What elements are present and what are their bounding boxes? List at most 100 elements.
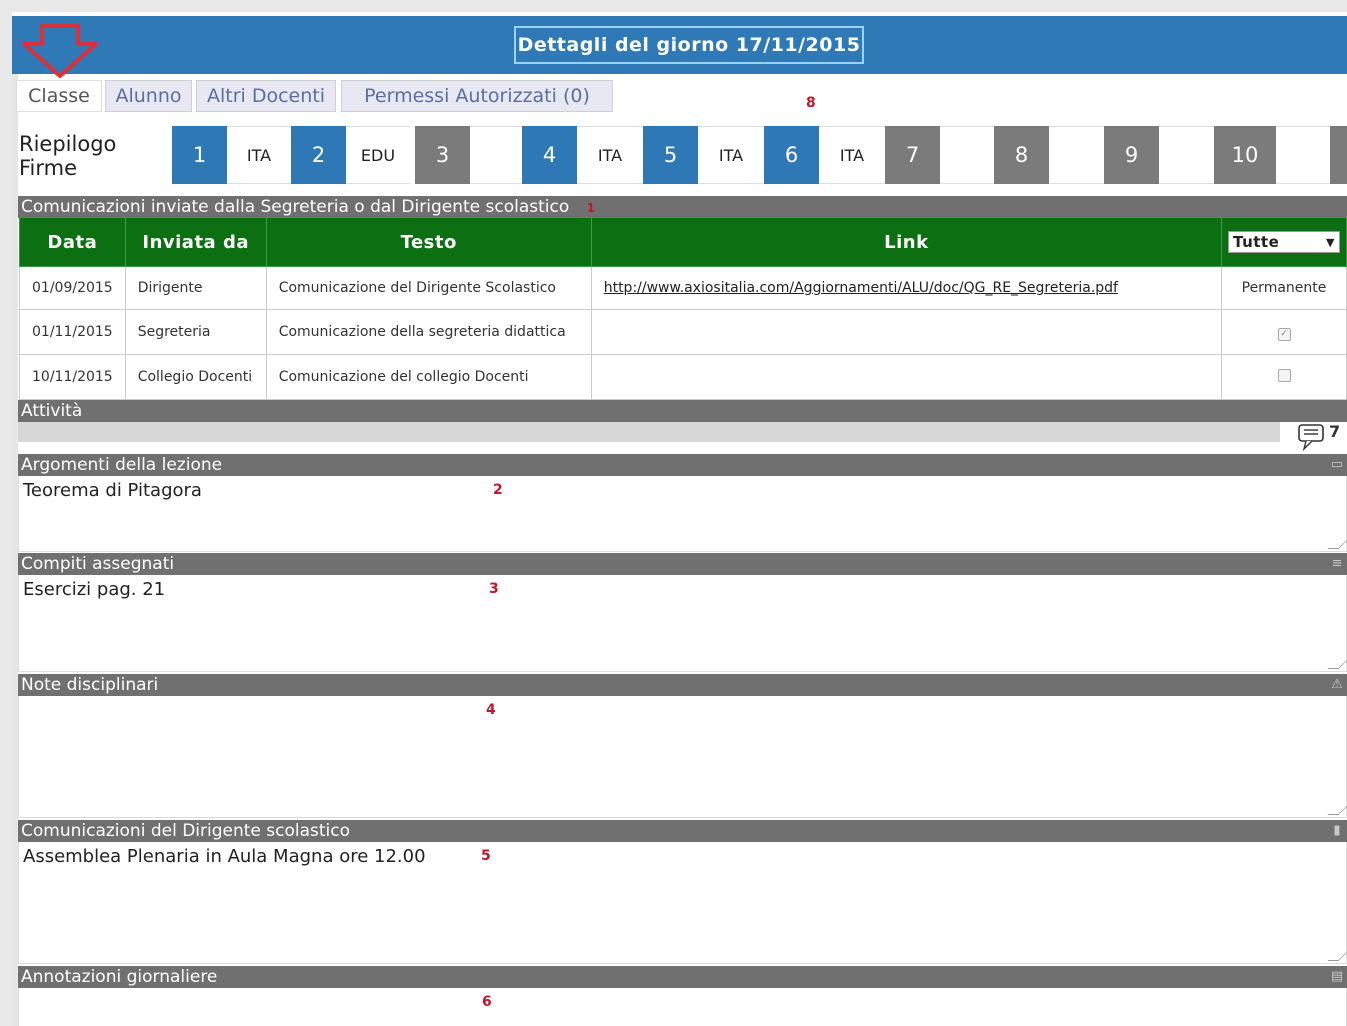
hour-overflow: [1330, 126, 1347, 184]
cell-data: 10/11/2015: [19, 354, 126, 400]
communications-table: Data Inviata da Testo Link Tutte ▼ 01/09…: [19, 217, 1347, 400]
attivita-bar: [18, 422, 1280, 442]
riepilogo-line2: Firme: [19, 156, 78, 180]
hour-8[interactable]: 8: [994, 126, 1049, 184]
activity-counter[interactable]: 7: [1296, 422, 1347, 454]
resize-handle[interactable]: [1327, 804, 1347, 815]
comment-icon[interactable]: ▭: [1329, 457, 1345, 473]
down-arrow-icon[interactable]: [20, 22, 100, 78]
hour-number: 4: [542, 143, 557, 167]
cell-testo: Comunicazione del collegio Docenti: [265, 354, 592, 400]
dropdown-arrow-icon: ▼: [1326, 235, 1335, 249]
annotazioni-textarea[interactable]: 6: [18, 988, 1347, 1026]
book-icon[interactable]: ≡: [1329, 556, 1345, 572]
col-header-inviata-da[interactable]: Inviata da: [124, 217, 267, 267]
dirigente-value: Assemblea Plenaria in Aula Magna ore 12.…: [23, 846, 426, 867]
hour-subject-label: ITA: [839, 145, 865, 165]
cell-inviata-da: Segreteria: [124, 309, 267, 355]
hour-number: 2: [311, 143, 326, 167]
title-bar: Dettagli del giorno 17/11/2015: [12, 16, 1347, 78]
hour-subject-label: ITA: [246, 145, 272, 165]
resize-handle[interactable]: [1327, 950, 1347, 961]
hour-number: 1: [192, 143, 207, 167]
communications-section-header: Comunicazioni inviate dalla Segreteria o…: [18, 196, 1347, 218]
attivita-section-header: Attività: [18, 400, 1347, 422]
hour-number: 3: [435, 143, 450, 167]
tab-label: Permessi Autorizzati (0): [364, 85, 590, 107]
filter-selected-value: Tutte: [1233, 233, 1280, 251]
hour-7[interactable]: 7: [885, 126, 940, 184]
annotation-number: 3: [489, 581, 499, 597]
cell-inviata-da: Collegio Docenti: [124, 354, 267, 400]
tab-altri-docenti[interactable]: Altri Docenti: [196, 80, 336, 112]
hour-subject-label: EDU: [360, 145, 396, 165]
hour-2[interactable]: 2: [291, 126, 346, 184]
dirigente-textarea[interactable]: Assemblea Plenaria in Aula Magna ore 12.…: [18, 842, 1347, 964]
hour-subject-label: ITA: [597, 145, 623, 165]
hour-subject-label: ITA: [718, 145, 744, 165]
hour-subject: ITA: [698, 126, 764, 184]
col-header-link[interactable]: Link: [590, 217, 1223, 267]
read-checkbox[interactable]: [1277, 368, 1291, 382]
tab-alunno[interactable]: Alunno: [105, 80, 192, 112]
hour-subject: [1049, 126, 1104, 184]
col-header-data[interactable]: Data: [19, 217, 126, 267]
resize-handle[interactable]: [1327, 538, 1347, 549]
tab-permessi-autorizzati[interactable]: Permessi Autorizzati (0): [341, 80, 613, 112]
hour-subject: [1276, 126, 1330, 184]
info-icon[interactable]: ▮: [1329, 823, 1345, 839]
hour-subject: EDU: [346, 126, 410, 184]
tab-label: Classe: [28, 85, 90, 107]
annotation-number: 5: [481, 848, 491, 864]
cell-testo: Comunicazione del Dirigente Scolastico: [265, 266, 592, 310]
warning-icon[interactable]: ⚠: [1329, 677, 1345, 693]
hour-subject: ITA: [819, 126, 885, 184]
tab-classe[interactable]: Classe: [16, 80, 102, 112]
annotation-number: 8: [806, 95, 816, 111]
document-link[interactable]: http://www.axiositalia.com/Aggiornamenti…: [604, 280, 1118, 296]
section-title: Comunicazioni inviate dalla Segreteria o…: [21, 197, 570, 217]
activity-count: 7: [1329, 422, 1341, 441]
notes-icon[interactable]: ▤: [1329, 969, 1345, 985]
page-title: Dettagli del giorno 17/11/2015: [514, 26, 864, 64]
hour-subject: [940, 126, 994, 184]
cell-testo: Comunicazione della segreteria didattica: [265, 309, 592, 355]
dirigente-section-header: Comunicazioni del Dirigente scolastico ▮: [18, 820, 1347, 842]
hour-3[interactable]: 3: [415, 126, 470, 184]
cell-link: http://www.axiositalia.com/Aggiornamenti…: [590, 266, 1223, 310]
hour-number: 10: [1231, 143, 1259, 167]
hour-subject: ITA: [227, 126, 291, 184]
hour-1[interactable]: 1: [172, 126, 227, 184]
cell-inviata-da: Dirigente: [124, 266, 267, 310]
cell-status: ✓: [1221, 309, 1347, 355]
hour-10[interactable]: 10: [1214, 126, 1276, 184]
section-title: Annotazioni giornaliere: [21, 967, 218, 987]
table-row: 10/11/2015 Collegio Docenti Comunicazion…: [19, 354, 1347, 400]
compiti-textarea[interactable]: Esercizi pag. 21 3: [18, 575, 1347, 672]
section-title: Comunicazioni del Dirigente scolastico: [21, 821, 351, 841]
note-section-header: Note disciplinari ⚠: [18, 674, 1347, 696]
hour-number: 7: [905, 143, 920, 167]
hour-4[interactable]: 4: [522, 126, 577, 184]
resize-handle[interactable]: [1327, 658, 1347, 669]
read-checkbox[interactable]: ✓: [1277, 327, 1291, 341]
annotation-number: 1: [586, 201, 596, 215]
filter-select[interactable]: Tutte ▼: [1228, 231, 1340, 253]
section-title: Argomenti della lezione: [21, 455, 223, 475]
note-textarea[interactable]: 4: [18, 696, 1347, 818]
section-title: Compiti assegnati: [21, 554, 175, 574]
riepilogo-firme-label: Riepilogo Firme: [19, 132, 116, 180]
tab-label: Alunno: [115, 85, 182, 107]
hour-6[interactable]: 6: [764, 126, 819, 184]
col-header-testo[interactable]: Testo: [265, 217, 592, 267]
argomenti-textarea[interactable]: Teorema di Pitagora 2: [18, 476, 1347, 552]
hour-subject: ITA: [577, 126, 643, 184]
argomenti-section-header: Argomenti della lezione ▭: [18, 454, 1347, 476]
cell-link: [590, 309, 1223, 355]
annotation-number: 2: [493, 482, 503, 498]
hour-9[interactable]: 9: [1104, 126, 1159, 184]
hour-5[interactable]: 5: [643, 126, 698, 184]
chat-icon: [1298, 424, 1324, 452]
riepilogo-line1: Riepilogo: [19, 132, 117, 156]
table-header-row: Data Inviata da Testo Link Tutte ▼: [19, 217, 1347, 267]
